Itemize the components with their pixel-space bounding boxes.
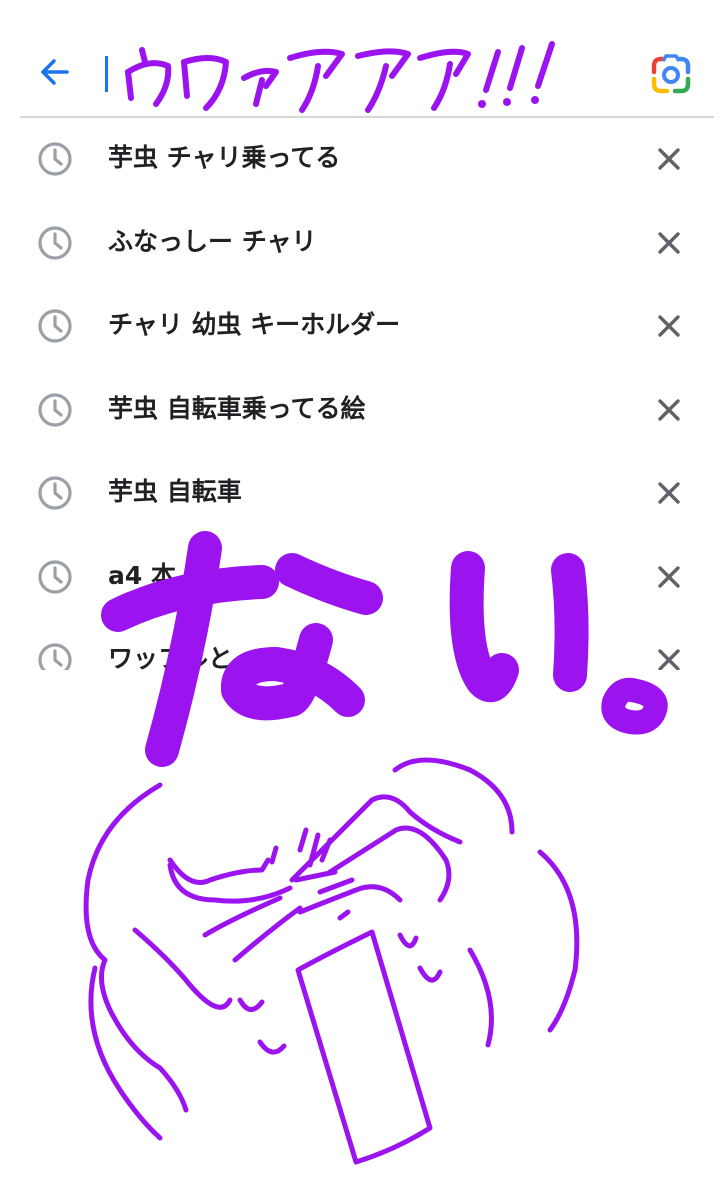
history-clock-icon	[38, 559, 72, 594]
search-bar	[0, 0, 720, 118]
history-item-label: a4 本	[108, 560, 176, 590]
history-clock-icon	[38, 643, 72, 670]
history-item[interactable]: ワッフルと	[0, 619, 720, 670]
history-item-label: 芋虫 自転車乗ってる絵	[108, 393, 366, 423]
history-clock-icon	[38, 309, 72, 343]
close-x-icon	[658, 315, 680, 337]
history-item-label: ふなっしー チャリ	[108, 226, 317, 256]
history-item[interactable]: チャリ 幼虫 キーホルダー	[0, 285, 720, 369]
history-item[interactable]: ふなっしー チャリ	[0, 202, 720, 286]
search-history-list: 芋虫 チャリ乗ってる ふなっしー チャリ チャリ 幼虫 キーホルダー 芋虫 自転…	[0, 118, 720, 670]
history-item[interactable]: 芋虫 自転車	[0, 452, 720, 536]
history-item[interactable]: 芋虫 チャリ乗ってる	[0, 118, 720, 202]
history-item-label: 芋虫 チャリ乗ってる	[108, 143, 341, 172]
remove-history-button[interactable]	[652, 476, 686, 510]
close-x-icon	[658, 649, 680, 670]
remove-history-button[interactable]	[652, 142, 686, 176]
remove-history-button[interactable]	[652, 309, 686, 343]
history-clock-icon	[38, 392, 72, 427]
back-button[interactable]	[28, 46, 80, 98]
remove-history-button[interactable]	[652, 226, 686, 260]
history-item[interactable]: 芋虫 自転車乗ってる絵	[0, 369, 720, 453]
history-item[interactable]: a4 本	[0, 536, 720, 620]
google-lens-camera-icon	[651, 54, 691, 94]
lens-search-button[interactable]	[648, 52, 694, 98]
sketch-doodle	[83, 757, 580, 1165]
arrow-left-icon	[41, 59, 69, 85]
history-clock-icon	[38, 142, 72, 176]
search-input[interactable]	[112, 48, 616, 102]
history-clock-icon	[38, 225, 72, 260]
close-x-icon	[658, 398, 680, 421]
history-item-label: チャリ 幼虫 キーホルダー	[108, 310, 401, 339]
history-item-label: ワッフルと	[108, 644, 234, 670]
history-clock-icon	[38, 476, 72, 510]
remove-history-button[interactable]	[652, 643, 686, 670]
remove-history-button[interactable]	[652, 393, 686, 427]
close-x-icon	[658, 482, 680, 504]
close-x-icon	[658, 148, 680, 170]
history-item-label: 芋虫 自転車	[108, 477, 242, 506]
remove-history-button[interactable]	[652, 560, 686, 594]
close-x-icon	[658, 231, 680, 254]
text-cursor	[105, 56, 108, 92]
close-x-icon	[658, 565, 680, 588]
